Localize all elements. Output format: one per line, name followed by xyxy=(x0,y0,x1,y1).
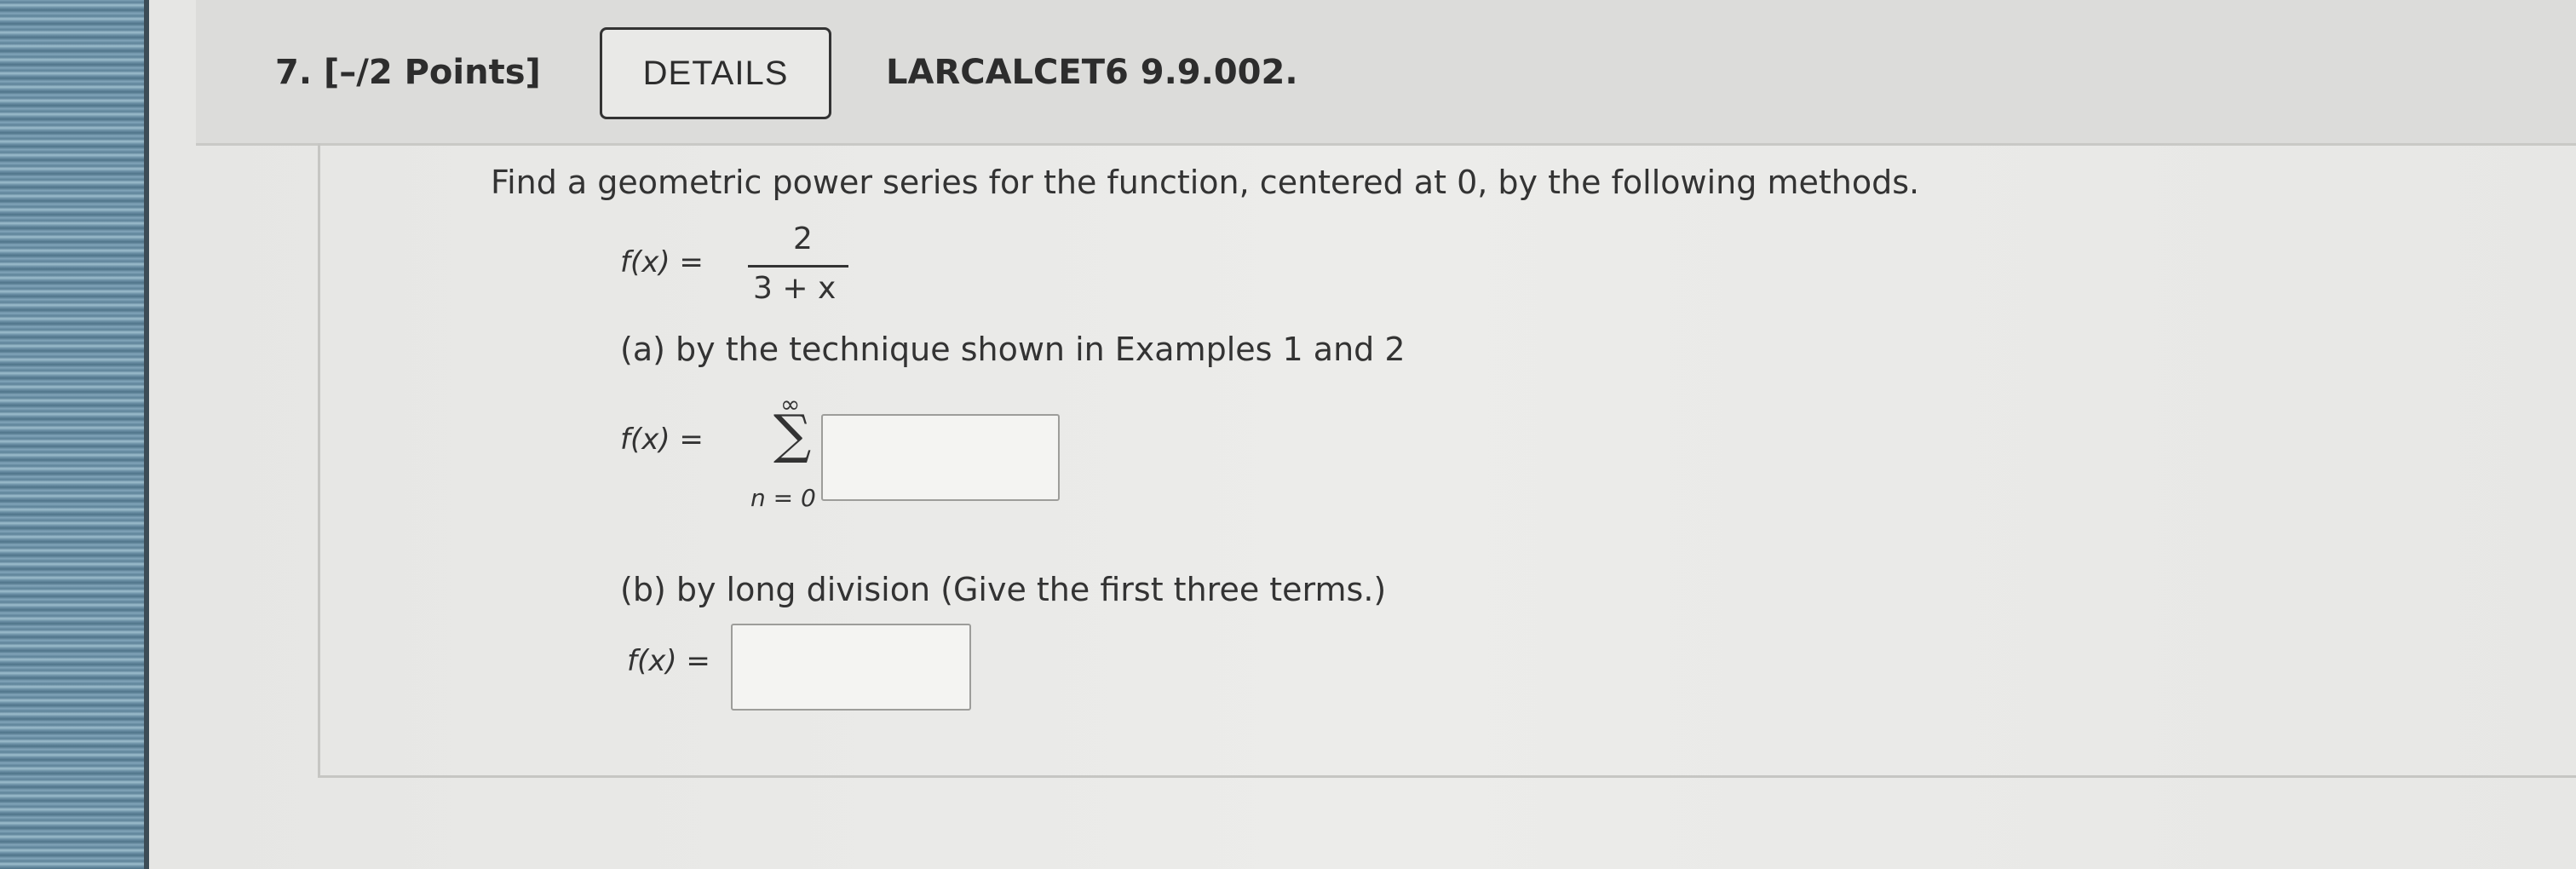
browser-viewport: 7. [–/2 Points] DETAILS LARCALCET6 9.9.0… xyxy=(149,0,2576,869)
part-b-label: (b) by long division (Give the first thr… xyxy=(620,571,1387,608)
question-header: 7. [–/2 Points] DETAILS LARCALCET6 9.9.0… xyxy=(196,0,2576,146)
summation-symbol: ∑ xyxy=(773,403,812,465)
question-number: 7. [–/2 Points] xyxy=(275,53,541,92)
function-lhs: f(x) = xyxy=(620,245,704,279)
part-b-answer-input[interactable] xyxy=(731,624,971,711)
sum-lower-limit: n = 0 xyxy=(750,484,816,512)
problem-prompt: Find a geometric power series for the fu… xyxy=(491,164,1920,201)
part-b-lhs: f(x) = xyxy=(627,644,710,678)
fraction-bar xyxy=(748,265,848,268)
screen-bezel-edge xyxy=(0,0,149,869)
details-button[interactable]: DETAILS xyxy=(600,27,831,119)
part-a-label: (a) by the technique shown in Examples 1… xyxy=(620,331,1406,368)
part-a-answer-input[interactable] xyxy=(821,414,1060,501)
function-denominator: 3 + x xyxy=(753,271,837,306)
question-body: Find a geometric power series for the fu… xyxy=(318,143,2576,778)
part-a-lhs: f(x) = xyxy=(620,423,704,457)
function-numerator: 2 xyxy=(793,222,813,256)
question-reference: LARCALCET6 9.9.002. xyxy=(886,53,1298,92)
